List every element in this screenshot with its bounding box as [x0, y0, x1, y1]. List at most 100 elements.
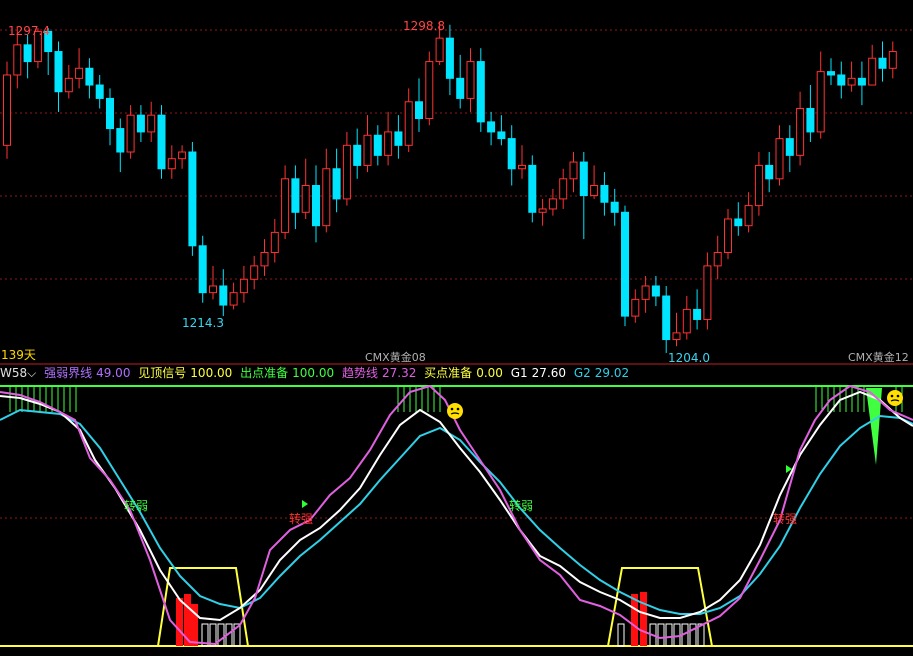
candle[interactable] — [703, 252, 712, 330]
candle[interactable] — [548, 188, 557, 216]
candle[interactable] — [219, 269, 228, 317]
candle[interactable] — [332, 148, 341, 213]
candle[interactable] — [816, 51, 825, 139]
candle[interactable] — [322, 148, 331, 233]
candle[interactable] — [754, 152, 763, 216]
candle[interactable] — [765, 152, 774, 193]
candle-body — [219, 285, 228, 306]
candle[interactable] — [106, 88, 114, 146]
candle-body — [64, 77, 73, 93]
candle[interactable] — [147, 101, 156, 142]
candle[interactable] — [445, 24, 454, 96]
candle[interactable] — [878, 41, 887, 82]
candle[interactable] — [353, 128, 362, 179]
candle-body — [425, 61, 434, 120]
candle[interactable] — [75, 48, 84, 89]
candle[interactable] — [868, 44, 877, 86]
candle[interactable] — [682, 296, 691, 340]
candle[interactable] — [641, 275, 650, 313]
candle[interactable] — [713, 235, 722, 280]
candle[interactable] — [507, 125, 516, 186]
candle[interactable] — [579, 152, 588, 240]
candle[interactable] — [95, 74, 104, 109]
candle[interactable] — [827, 58, 835, 86]
candle[interactable] — [167, 145, 176, 179]
candle[interactable] — [672, 312, 681, 347]
candle[interactable] — [744, 192, 753, 233]
prepare-bar — [657, 623, 665, 647]
candlestick-series[interactable] — [3, 22, 897, 353]
candle[interactable] — [198, 235, 207, 303]
candle-body — [775, 138, 784, 180]
candle[interactable] — [301, 158, 310, 219]
candle[interactable] — [85, 58, 94, 99]
candle[interactable] — [569, 152, 578, 193]
candle[interactable] — [621, 205, 629, 327]
candle[interactable] — [476, 48, 485, 132]
candle[interactable] — [837, 61, 846, 99]
chart-canvas[interactable]: 1297.4 1298.8 1214.3 1204.0 139天 CMX黄金08… — [0, 0, 913, 652]
candle[interactable] — [888, 41, 897, 79]
candle[interactable] — [651, 275, 660, 307]
candle[interactable] — [466, 48, 475, 112]
candle[interactable] — [487, 111, 496, 146]
candle[interactable] — [342, 131, 351, 206]
candle[interactable] — [693, 289, 702, 330]
candle[interactable] — [373, 125, 382, 166]
candle[interactable] — [260, 239, 269, 276]
candle[interactable] — [23, 34, 32, 79]
candle[interactable] — [281, 165, 290, 240]
chevron-down-icon[interactable]: ⌵ — [27, 366, 36, 380]
candle[interactable] — [528, 155, 537, 223]
candle[interactable] — [518, 145, 526, 179]
candle[interactable] — [796, 91, 805, 166]
candle[interactable] — [857, 61, 866, 106]
candle[interactable] — [497, 115, 506, 146]
candle[interactable] — [3, 61, 11, 159]
candle[interactable] — [136, 105, 145, 142]
candle[interactable] — [806, 85, 815, 142]
candle[interactable] — [270, 218, 279, 263]
chart-window[interactable]: 1297.4 1298.8 1214.3 1204.0 139天 CMX黄金08… — [0, 0, 913, 652]
candle-body — [178, 151, 187, 160]
candle[interactable] — [538, 198, 547, 226]
candle[interactable] — [54, 41, 63, 112]
candle[interactable] — [559, 168, 568, 209]
candle[interactable] — [239, 265, 248, 303]
candle[interactable] — [404, 88, 413, 153]
candle[interactable] — [425, 51, 434, 126]
candle-body — [456, 77, 465, 99]
candle[interactable] — [157, 105, 166, 179]
prepare-bar — [665, 623, 673, 647]
candle[interactable] — [209, 265, 217, 300]
candle[interactable] — [188, 141, 197, 256]
candle[interactable] — [610, 188, 619, 226]
candle[interactable] — [600, 172, 609, 216]
candle-body — [672, 332, 681, 341]
candle[interactable] — [775, 125, 784, 186]
candle[interactable] — [116, 118, 125, 173]
candle[interactable] — [785, 125, 794, 173]
candle[interactable] — [456, 54, 465, 109]
candle-body — [600, 185, 609, 203]
candle[interactable] — [312, 165, 320, 243]
candle[interactable] — [126, 105, 135, 159]
candle[interactable] — [291, 165, 300, 230]
candle[interactable] — [394, 115, 403, 159]
candle[interactable] — [363, 115, 372, 173]
candle[interactable] — [662, 285, 671, 353]
candle[interactable] — [415, 78, 423, 132]
candle[interactable] — [229, 282, 238, 310]
candle[interactable] — [734, 202, 743, 236]
candle[interactable] — [64, 64, 73, 99]
candle[interactable] — [178, 145, 187, 169]
candle-body — [724, 218, 732, 253]
candle-body — [301, 185, 310, 213]
candle[interactable] — [384, 111, 393, 166]
candle[interactable] — [847, 61, 856, 92]
candle[interactable] — [631, 289, 640, 323]
candle[interactable] — [250, 255, 259, 290]
indicator-name[interactable]: W58 — [0, 366, 27, 380]
candle[interactable] — [724, 208, 732, 260]
candle[interactable] — [590, 165, 599, 199]
